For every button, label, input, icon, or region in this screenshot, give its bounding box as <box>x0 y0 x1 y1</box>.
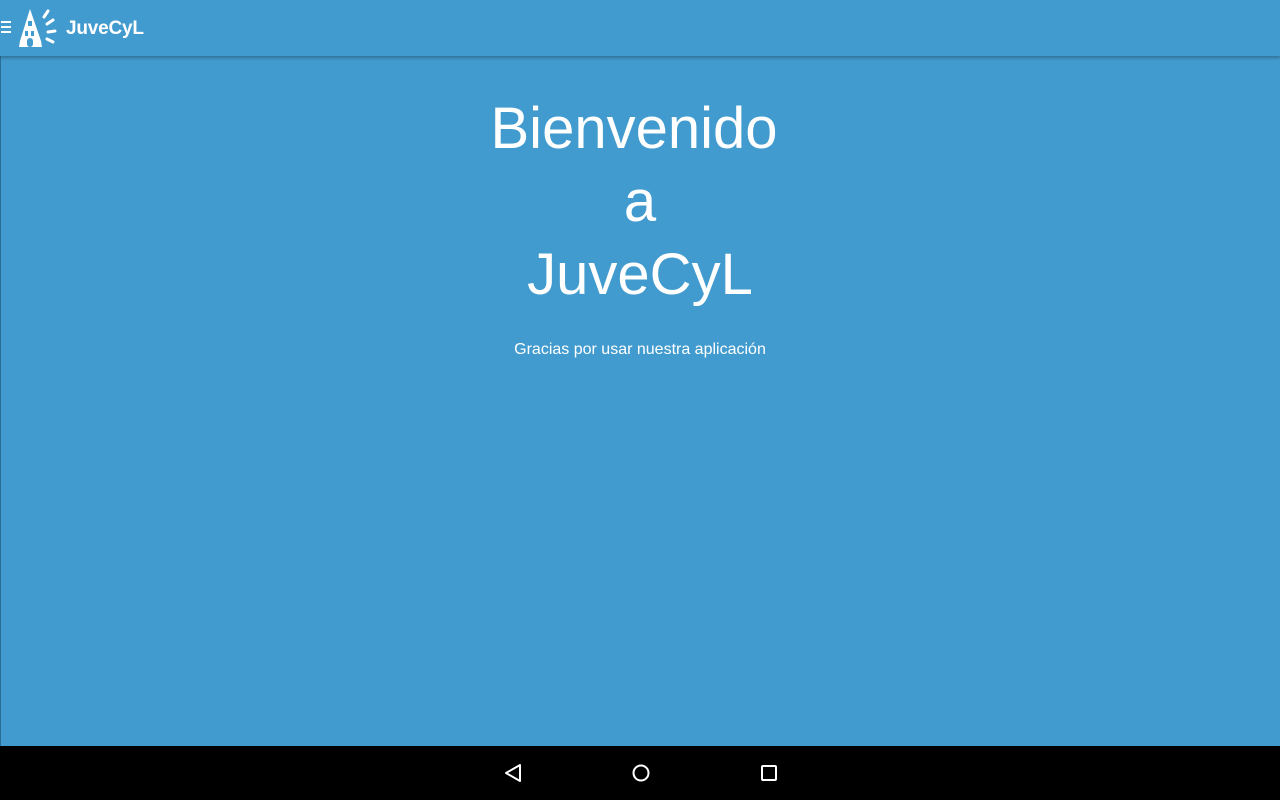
recents-square-icon[interactable] <box>755 759 783 787</box>
main-content: Bienvenido a JuveCyL Gracias por usar nu… <box>0 56 1280 746</box>
welcome-subtitle: Gracias por usar nuestra aplicación <box>514 341 766 358</box>
welcome-heading: Bienvenido a JuveCyL <box>0 92 1280 311</box>
app-bar: JuveCyL <box>0 0 1280 56</box>
welcome-line-2: a <box>623 169 657 234</box>
back-triangle-icon[interactable] <box>500 759 528 787</box>
welcome-line-3: JuveCyL <box>527 242 753 307</box>
system-nav-bar <box>0 746 1280 800</box>
juvecyl-logo-icon <box>16 7 60 49</box>
menu-icon[interactable] <box>1 21 11 35</box>
app-title: JuveCyL <box>66 18 144 39</box>
welcome-line-1: Bienvenido <box>490 96 778 161</box>
home-circle-icon[interactable] <box>627 759 655 787</box>
